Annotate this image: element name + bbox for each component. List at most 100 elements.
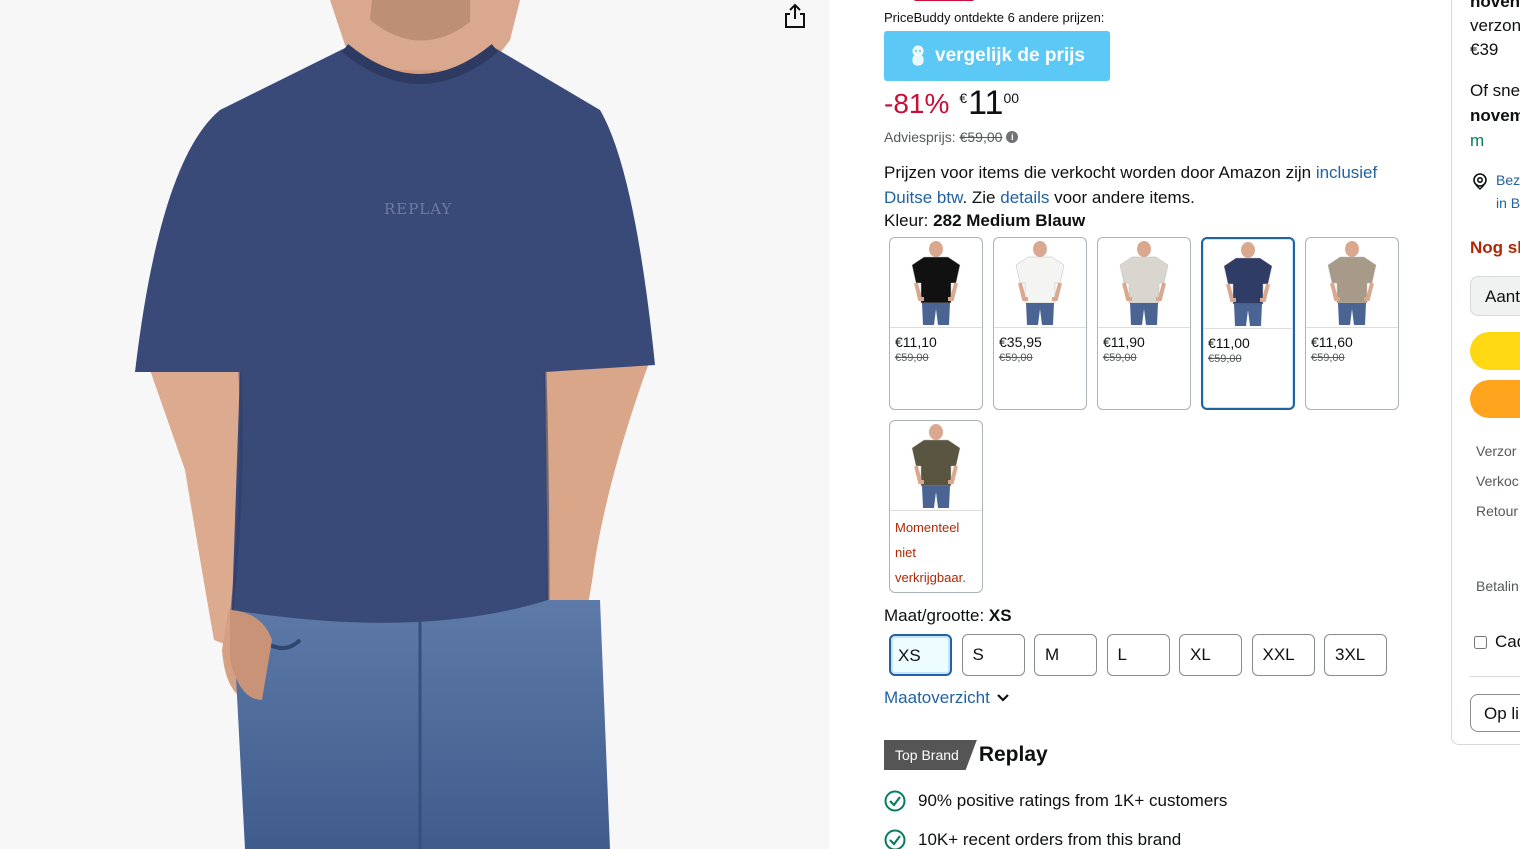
compare-price-button[interactable]: vergelijk de prijs [884,31,1110,81]
list-price: Adviesprijs: €59,00 i [884,129,1019,145]
stock-status: Nog sl [1470,238,1520,257]
check-circle-icon [884,790,906,812]
vat-text: voor andere items. [1049,188,1195,207]
swatch-list-price: €59,00 [1103,352,1137,364]
color-swatch[interactable]: €11,00 €59,00 [1201,237,1295,410]
size-label: Maat/grootte: XS [884,606,1012,626]
color-swatch[interactable]: €11,90 €59,00 [1097,237,1191,410]
product-image: REPLAY [135,0,655,849]
size-option-3xl[interactable]: 3XL [1324,634,1387,676]
size-option-m[interactable]: M [1034,634,1097,676]
size-label-text: Maat/grootte: [884,606,985,625]
unavailable-text: Momenteel niet verkrijgbaar. [895,520,966,585]
color-swatch[interactable]: €11,10 €59,00 [889,237,983,410]
brand-fact-text: 10K+ recent orders from this brand [918,830,1182,849]
quantity-select[interactable]: Aant [1470,276,1520,316]
share-button[interactable] [776,0,814,32]
brand-fact: 90% positive ratings from 1K+ customers [884,790,1227,812]
divider [1470,676,1520,677]
swatch-thumbnail [1098,238,1190,328]
ships-from-label: Verzor [1476,443,1517,459]
size-chart-link[interactable]: Maatoverzicht [884,688,1010,708]
size-option-s[interactable]: S [961,634,1025,676]
swatch-list-price: €59,00 [1311,352,1345,364]
brand-fact-text: 90% positive ratings from 1K+ customers [918,791,1228,810]
swatch-price: €11,00 [1208,335,1250,351]
compare-price-label: vergelijk de prijs [935,45,1085,66]
delivery-threshold: €39 [1470,40,1499,59]
tshirt-thumbnail-icon [911,423,961,508]
price-currency: € [959,90,968,106]
pricebuddy-bear-icon [912,45,924,66]
color-swatch[interactable]: €35,95 €59,00 [993,237,1087,410]
vat-notice: Prijzen voor items die verkocht worden d… [884,160,1424,210]
tshirt-thumbnail-icon [1015,240,1065,325]
selected-color: 282 Medium Blauw [933,211,1086,230]
add-to-cart-button[interactable] [1470,332,1520,370]
share-icon [785,3,805,28]
chevron-down-icon [997,694,1009,702]
discount-percentage: -81% [884,88,950,119]
tshirt-thumbnail-icon [1223,241,1273,326]
gift-label: Cad [1495,632,1520,651]
color-swatch[interactable]: €11,60 €59,00 [1305,237,1399,410]
selected-size: XS [988,606,1012,625]
swatch-list-price: €59,00 [895,352,929,364]
swatch-thumbnail [1306,238,1398,328]
delivery-text: verzon [1470,16,1520,35]
swatch-thumbnail [890,421,982,511]
price-fraction: 00 [1003,90,1020,106]
add-to-list-button[interactable]: Op li [1470,694,1520,732]
swatch-thumbnail [890,238,982,328]
list-price-label: Adviesprijs: [884,129,956,145]
sold-by-label: Verkoc [1476,473,1519,489]
vat-text: . Zie [962,188,1001,207]
swatch-thumbnail [1203,239,1293,329]
payment-label: Betalin [1476,578,1519,594]
tshirt-thumbnail-icon [911,240,961,325]
gift-checkbox[interactable] [1474,635,1487,649]
details-link[interactable]: details [1000,188,1049,207]
gift-option[interactable]: Cad [1474,632,1520,652]
deal-badge [913,0,975,1]
returns-label: Retour [1476,503,1519,519]
top-brand-badge: Top Brand [884,740,977,770]
fast-delivery-date: novem [1470,106,1520,125]
price-row: -81% € 11 00 [884,84,1019,123]
color-swatch[interactable]: Momenteel niet verkrijgbaar. [889,420,983,593]
swatch-list-price: €59,00 [1208,353,1242,365]
list-price-value: €59,00 [959,129,1003,145]
size-option-l[interactable]: L [1106,634,1170,676]
color-label: Kleur: 282 Medium Blauw [884,211,1085,231]
check-circle-icon [884,829,906,849]
size-option-xl[interactable]: XL [1179,634,1242,676]
location-pin-icon [1473,173,1487,190]
delivery-date: noven [1470,0,1520,11]
size-option-xs[interactable]: XS [889,634,952,676]
info-icon[interactable]: i [1006,131,1019,143]
price-whole: 11 [968,84,1004,122]
product-page: REPLAY PriceBuddy ontdekte 6 andere prij… [0,0,1520,849]
svg-text:REPLAY: REPLAY [384,200,453,218]
vat-text: Prijzen voor items die verkocht worden d… [884,163,1316,182]
swatch-price: €35,95 [999,334,1042,350]
brand-fact: 10K+ recent orders from this brand [884,829,1181,849]
buy-now-button[interactable] [1470,380,1520,418]
swatch-price: €11,90 [1103,334,1145,350]
tshirt-thumbnail-icon [1119,240,1169,325]
swatch-price: €11,60 [1311,334,1353,350]
deliver-to-location[interactable]: in B [1496,195,1520,211]
color-label-text: Kleur: [884,211,929,230]
size-option-xxl[interactable]: XXL [1251,634,1315,676]
size-chart-label: Maatoverzicht [884,688,990,707]
brand-name[interactable]: Replay [979,743,1048,767]
swatch-list-price: €59,00 [999,352,1033,364]
deliver-to-link[interactable]: Bez [1496,172,1520,188]
brand-row: Top Brand Replay [884,740,1048,770]
tshirt-thumbnail-icon [1327,240,1377,325]
fast-delivery-text: Of sne [1470,81,1520,100]
order-within: m [1470,131,1485,150]
product-image-panel[interactable]: REPLAY [0,0,829,849]
pricebuddy-text: PriceBuddy ontdekte 6 andere prijzen: [884,10,1105,25]
swatch-price: €11,10 [895,334,937,350]
